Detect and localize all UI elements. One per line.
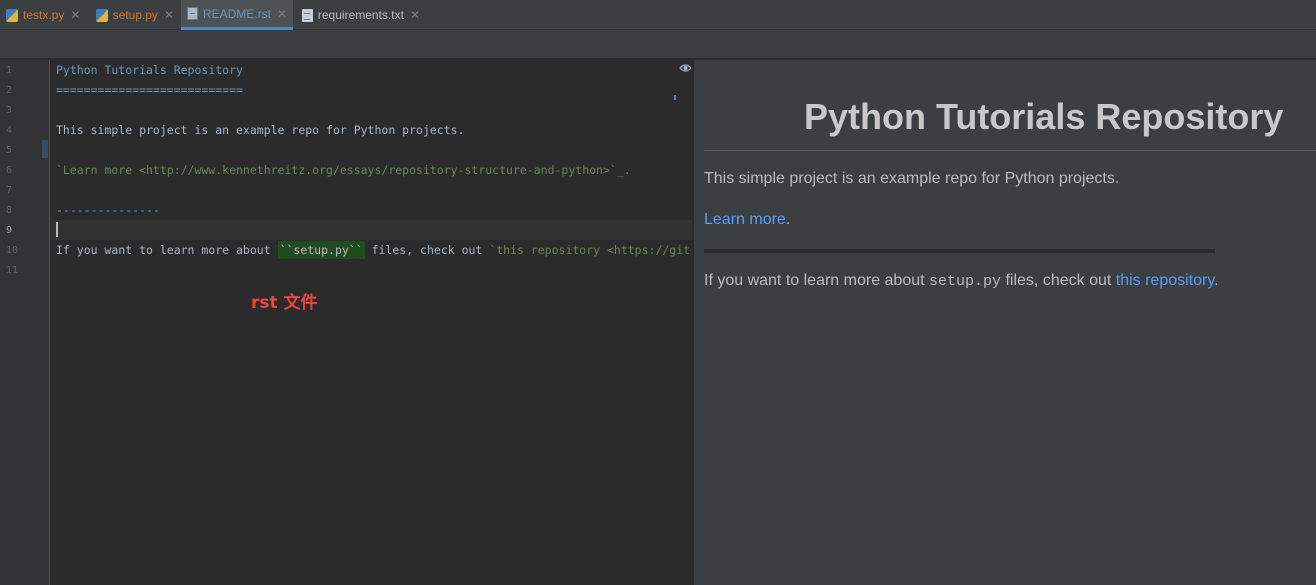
line-number: 7	[6, 185, 13, 196]
tab-label: setup.py	[112, 8, 158, 22]
current-line-highlight	[51, 220, 692, 240]
code-line-10: If you want to learn more about ``setup.…	[56, 240, 690, 260]
line-number: 6	[6, 165, 13, 176]
scroll-marker	[674, 95, 676, 100]
tab-label: README.rst	[202, 6, 271, 21]
code-text: If you want to learn more about	[56, 243, 278, 257]
learn-more-link[interactable]: Learn more	[704, 211, 786, 228]
code-line-1: Python Tutorials Repository	[56, 63, 243, 77]
close-icon[interactable]: ✕	[277, 7, 287, 21]
tab-label: requirements.txt	[317, 8, 404, 22]
tab-label: testx.py	[23, 8, 65, 22]
editor-toolbar	[0, 30, 1316, 59]
code-text: files, check out	[364, 243, 490, 257]
preview-text: files, check out	[1001, 272, 1116, 289]
code-line-8: ---------------	[56, 203, 160, 217]
python-file-icon	[6, 8, 18, 22]
tab-requirements-txt[interactable]: requirements.txt ✕	[296, 0, 426, 30]
preview-paragraph: This simple project is an example repo f…	[704, 170, 1120, 187]
title-divider	[704, 150, 1316, 151]
text-file-icon	[302, 8, 313, 22]
preview-text: .	[1214, 272, 1219, 289]
python-file-icon	[96, 8, 108, 22]
preview-paragraph: Learn more.	[704, 211, 790, 229]
text-caret	[56, 222, 58, 237]
code-line-4: This simple project is an example repo f…	[56, 123, 465, 137]
preview-eye-icon[interactable]	[679, 62, 692, 74]
tab-setup-py[interactable]: setup.py ✕	[90, 0, 180, 30]
preview-title: Python Tutorials Repository	[804, 96, 1284, 137]
tab-testx-py[interactable]: testx.py ✕	[0, 0, 88, 30]
preview-text: If you want to learn more about	[704, 272, 930, 289]
line-number: 8	[6, 205, 13, 216]
rst-file-icon	[187, 7, 198, 20]
preview-paragraph: If you want to learn more about setup.py…	[704, 272, 1219, 290]
line-number-gutter[interactable]: 1 2 3 4 5 6 7 8 9 10 11	[0, 60, 50, 585]
code-line-6: `Learn more <http://www.kennethreitz.org…	[56, 163, 631, 177]
code-line-2: ===========================	[56, 83, 243, 97]
close-icon[interactable]: ✕	[70, 8, 80, 22]
inline-literal: ``setup.py``	[277, 241, 365, 259]
code-link: `this repository <https://git	[489, 243, 691, 257]
line-number: 2	[6, 85, 13, 96]
rst-preview-pane[interactable]: Python Tutorials Repository This simple …	[693, 60, 1316, 585]
code-editor[interactable]: Python Tutorials Repository ============…	[51, 60, 692, 585]
preview-text: .	[785, 211, 791, 228]
line-number-current: 9	[6, 225, 13, 236]
close-icon[interactable]: ✕	[164, 8, 174, 22]
line-number: 5	[6, 145, 13, 156]
inline-code: setup.py	[929, 273, 1002, 290]
line-number: 1	[6, 65, 13, 76]
line-number: 11	[6, 265, 19, 276]
close-icon[interactable]: ✕	[410, 8, 420, 22]
line-number: 10	[6, 245, 19, 256]
repository-link[interactable]: this repository	[1116, 272, 1214, 289]
transition-rule	[704, 249, 1215, 253]
change-marker	[42, 140, 48, 158]
tab-readme-rst[interactable]: README.rst ✕	[181, 0, 293, 30]
line-number: 3	[6, 105, 13, 116]
line-number: 4	[6, 125, 13, 136]
annotation-label: rst 文件	[251, 293, 318, 313]
editor-tab-bar: testx.py ✕ setup.py ✕ README.rst ✕ requi…	[0, 0, 1316, 30]
